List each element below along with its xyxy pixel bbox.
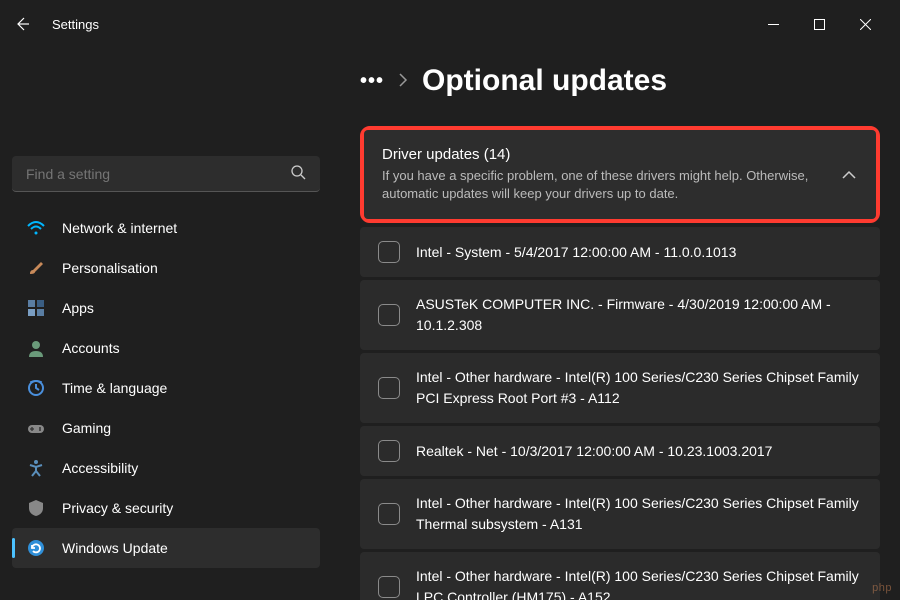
sidebar-item-accessibility[interactable]: Accessibility (12, 448, 320, 488)
sidebar-item-apps[interactable]: Apps (12, 288, 320, 328)
driver-updates-section-highlight: Driver updates (14) If you have a specif… (360, 126, 880, 223)
minimize-button[interactable] (750, 8, 796, 40)
chevron-up-icon (842, 167, 856, 183)
driver-label: Intel - Other hardware - Intel(R) 100 Se… (416, 566, 862, 600)
wifi-icon (26, 218, 46, 238)
driver-checkbox[interactable] (378, 241, 400, 263)
driver-item[interactable]: Intel - Other hardware - Intel(R) 100 Se… (360, 552, 880, 600)
driver-list: Intel - System - 5/4/2017 12:00:00 AM - … (360, 227, 880, 600)
sidebar-item-time-language[interactable]: Time & language (12, 368, 320, 408)
driver-label: Intel - Other hardware - Intel(R) 100 Se… (416, 367, 862, 409)
driver-checkbox[interactable] (378, 304, 400, 326)
driver-item[interactable]: Intel - System - 5/4/2017 12:00:00 AM - … (360, 227, 880, 277)
sidebar-item-privacy-security[interactable]: Privacy & security (12, 488, 320, 528)
search-input[interactable] (26, 166, 290, 182)
window-title: Settings (52, 17, 99, 32)
sidebar-item-label: Apps (62, 300, 94, 316)
sidebar-item-label: Privacy & security (62, 500, 173, 516)
breadcrumb: ••• Optional updates (360, 64, 880, 98)
driver-updates-description: If you have a specific problem, one of t… (382, 167, 820, 203)
search-box[interactable] (12, 156, 320, 192)
sidebar-item-label: Personalisation (62, 260, 158, 276)
clock-icon (26, 378, 46, 398)
driver-item[interactable]: ASUSTeK COMPUTER INC. - Firmware - 4/30/… (360, 280, 880, 350)
driver-label: Intel - System - 5/4/2017 12:00:00 AM - … (416, 242, 736, 263)
close-button[interactable] (842, 8, 888, 40)
chevron-right-icon (398, 73, 408, 90)
apps-icon (26, 298, 46, 318)
sidebar-item-label: Accessibility (62, 460, 138, 476)
sidebar-item-gaming[interactable]: Gaming (12, 408, 320, 448)
driver-updates-header[interactable]: Driver updates (14) If you have a specif… (364, 130, 876, 219)
sidebar-item-personalisation[interactable]: Personalisation (12, 248, 320, 288)
brush-icon (26, 258, 46, 278)
sidebar-item-label: Gaming (62, 420, 111, 436)
content-area: ••• Optional updates Driver updates (14)… (332, 48, 900, 600)
sidebar-item-accounts[interactable]: Accounts (12, 328, 320, 368)
sidebar: Network & internet Personalisation Apps … (0, 48, 332, 600)
person-icon (26, 338, 46, 358)
window-controls (750, 8, 888, 40)
titlebar: Settings (0, 0, 900, 48)
driver-checkbox[interactable] (378, 440, 400, 462)
driver-label: ASUSTeK COMPUTER INC. - Firmware - 4/30/… (416, 294, 862, 336)
driver-label: Realtek - Net - 10/3/2017 12:00:00 AM - … (416, 441, 772, 462)
sidebar-item-label: Accounts (62, 340, 120, 356)
sidebar-item-label: Windows Update (62, 540, 168, 556)
watermark: php (872, 582, 892, 594)
driver-checkbox[interactable] (378, 503, 400, 525)
driver-checkbox[interactable] (378, 377, 400, 399)
update-icon (26, 538, 46, 558)
gamepad-icon (26, 418, 46, 438)
accessibility-icon (26, 458, 46, 478)
back-button[interactable] (12, 14, 32, 34)
page-title: Optional updates (422, 64, 667, 98)
sidebar-item-windows-update[interactable]: Windows Update (12, 528, 320, 568)
driver-item[interactable]: Intel - Other hardware - Intel(R) 100 Se… (360, 479, 880, 549)
shield-icon (26, 498, 46, 518)
driver-item[interactable]: Intel - Other hardware - Intel(R) 100 Se… (360, 353, 880, 423)
driver-label: Intel - Other hardware - Intel(R) 100 Se… (416, 493, 862, 535)
sidebar-item-label: Time & language (62, 380, 167, 396)
sidebar-item-network-internet[interactable]: Network & internet (12, 208, 320, 248)
driver-item[interactable]: Realtek - Net - 10/3/2017 12:00:00 AM - … (360, 426, 880, 476)
maximize-button[interactable] (796, 8, 842, 40)
breadcrumb-more-button[interactable]: ••• (360, 70, 384, 93)
driver-checkbox[interactable] (378, 576, 400, 598)
search-icon (290, 164, 306, 183)
driver-updates-title: Driver updates (14) (382, 146, 820, 163)
sidebar-item-label: Network & internet (62, 220, 177, 236)
